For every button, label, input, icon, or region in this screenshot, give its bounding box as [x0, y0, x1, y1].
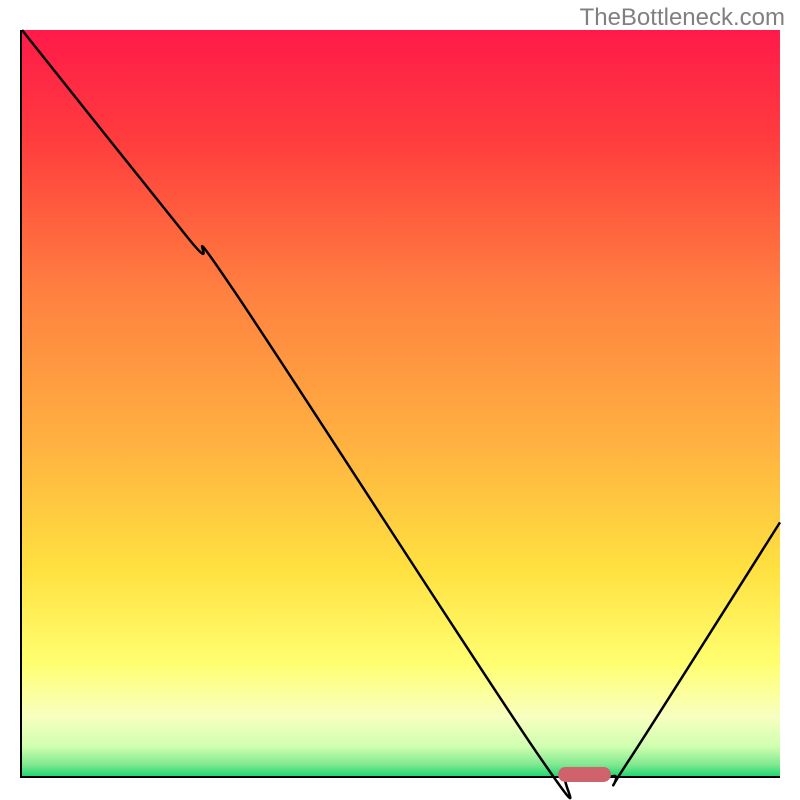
bottleneck-curve — [22, 30, 780, 776]
watermark-text: TheBottleneck.com — [580, 4, 785, 32]
optimal-marker — [558, 767, 611, 782]
bottleneck-chart — [20, 30, 780, 778]
